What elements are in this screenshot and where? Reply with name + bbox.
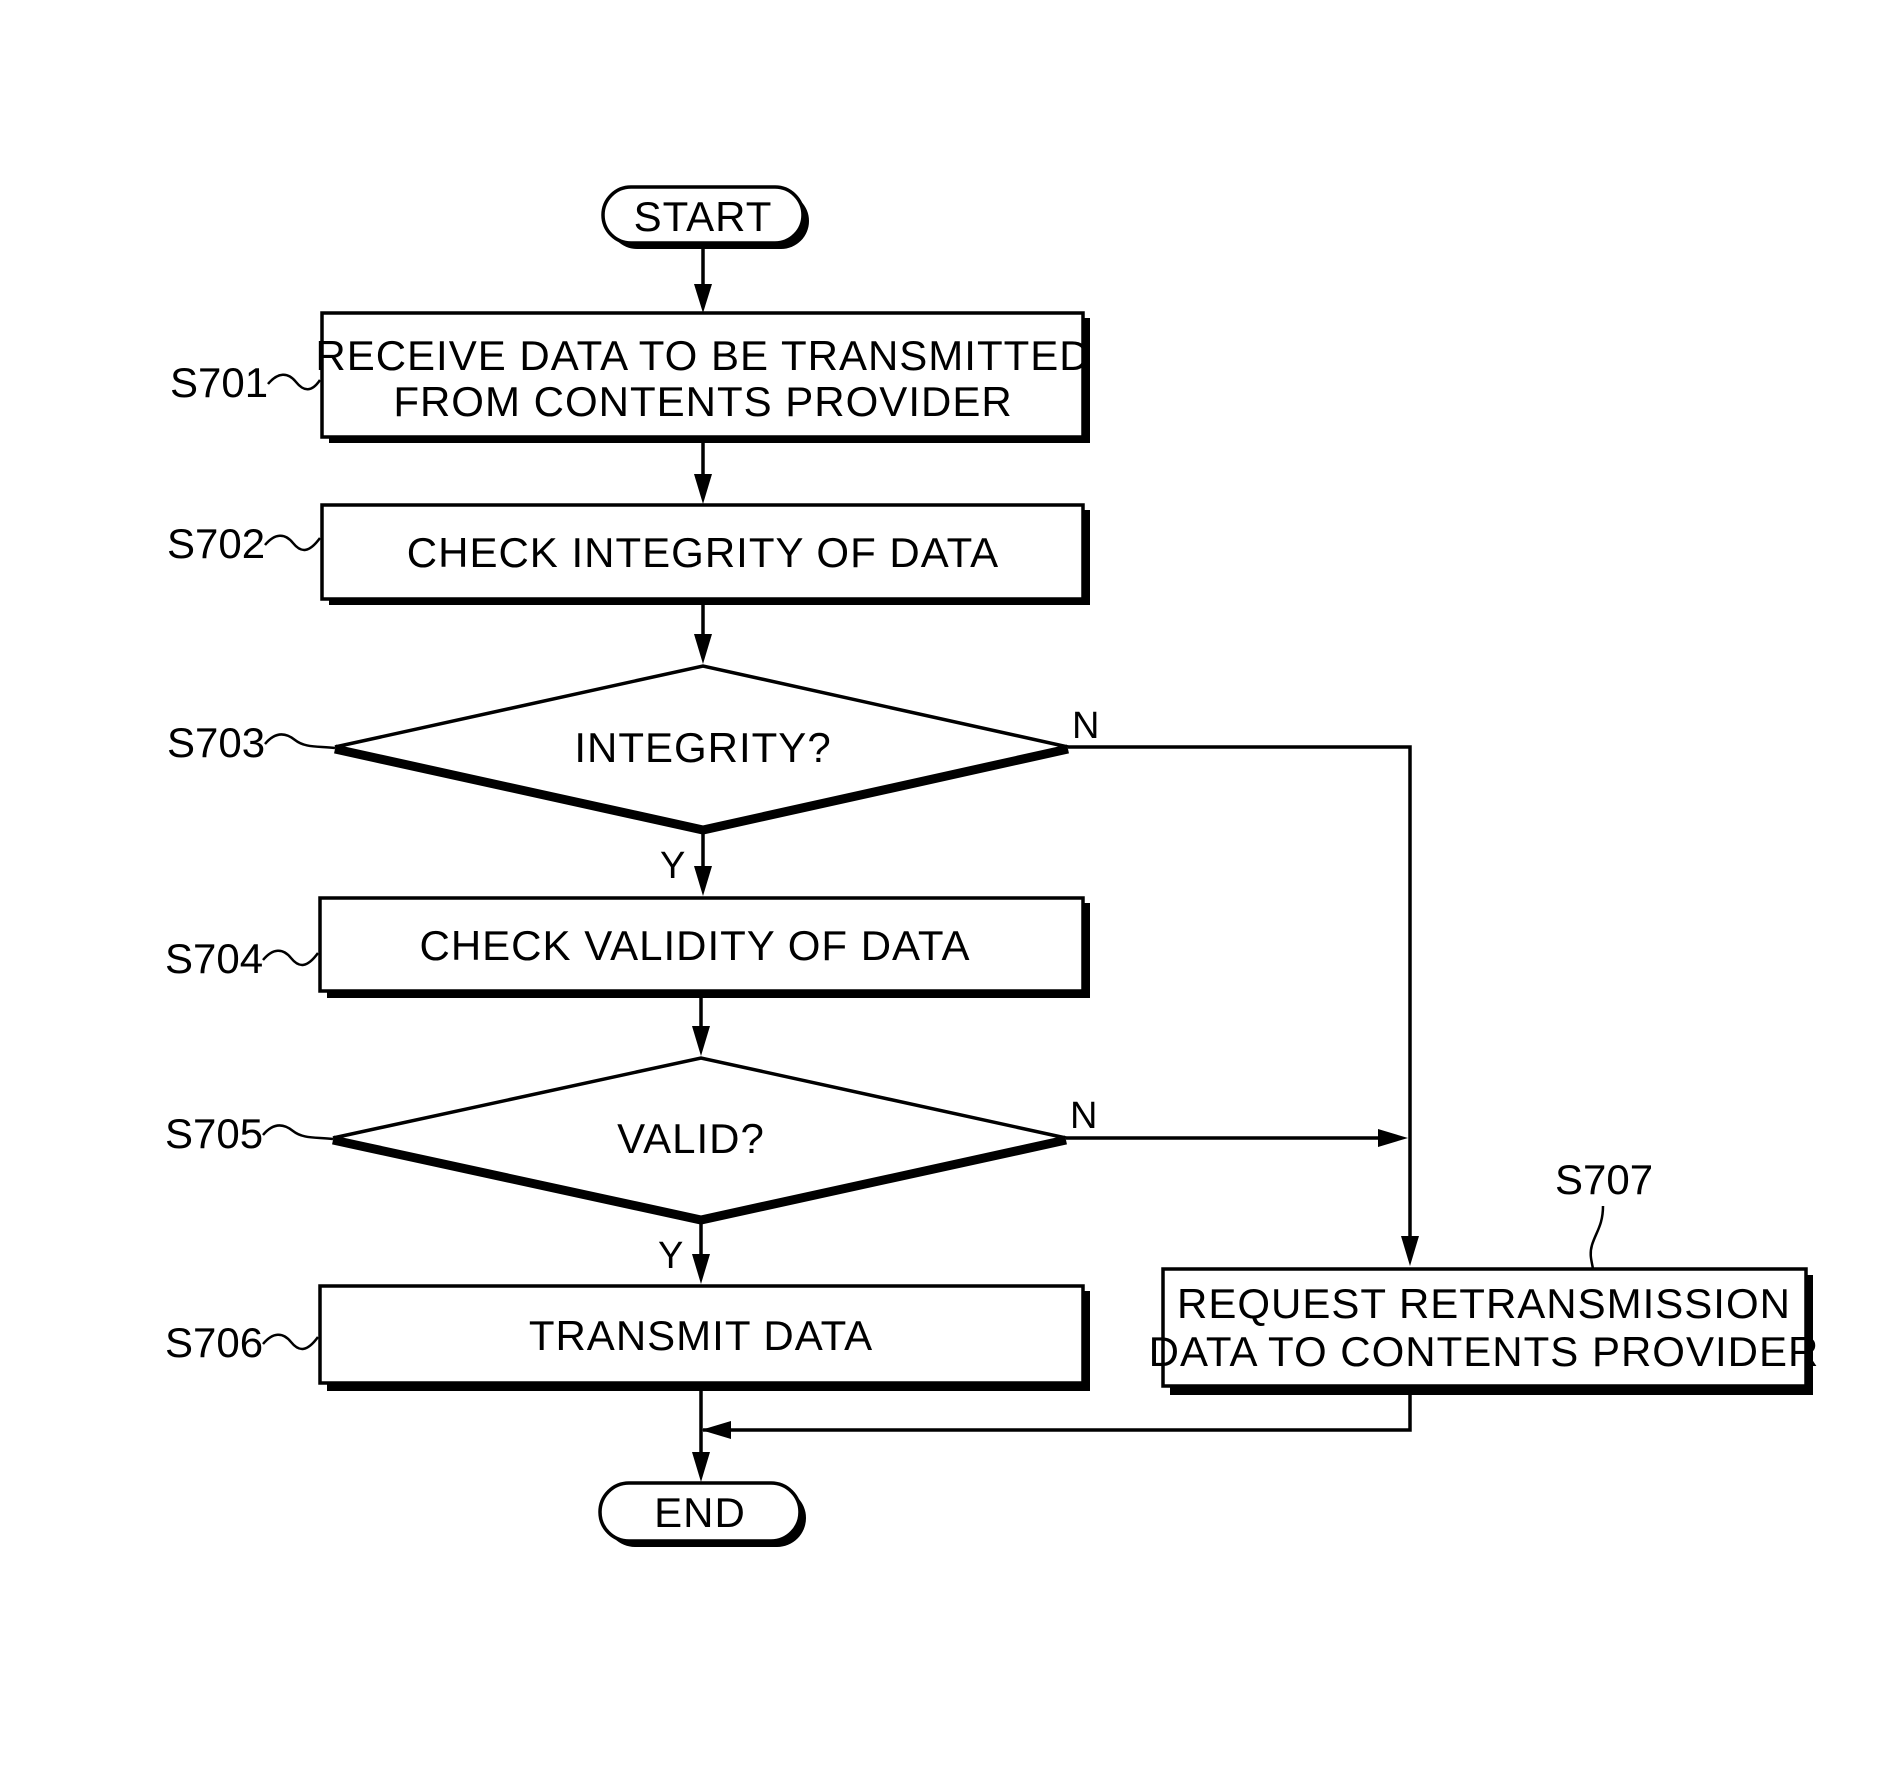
s704-line-1: CHECK VALIDITY OF DATA	[420, 922, 971, 969]
s701-step-id: S701	[170, 359, 268, 406]
leader-line-icon	[262, 1333, 320, 1351]
process-s704: CHECK VALIDITY OF DATA	[318, 896, 1090, 998]
leader-line-icon	[262, 949, 320, 967]
process-s701: RECEIVE DATA TO BE TRANSMITTED FROM CONT…	[315, 311, 1090, 443]
process-s706: TRANSMIT DATA	[318, 1284, 1090, 1391]
edge-start-s701	[694, 249, 712, 313]
arrowhead-icon	[694, 474, 712, 504]
arrowhead-icon	[692, 1452, 710, 1482]
arrowhead-icon	[692, 1026, 710, 1056]
arrowhead-icon	[694, 284, 712, 313]
edge-s704-s705	[692, 991, 710, 1056]
step-label-s707: S707	[1555, 1156, 1653, 1270]
s705-yes-label: Y	[658, 1235, 683, 1277]
leader-line-icon	[264, 733, 336, 750]
arrowhead-icon	[701, 1421, 731, 1439]
arrowhead-icon	[694, 866, 712, 896]
step-label-s705: S705	[165, 1110, 334, 1157]
s701-line-2: FROM CONTENTS PROVIDER	[393, 378, 1012, 425]
s703-no-label: N	[1072, 705, 1099, 747]
start-terminator: START	[601, 185, 809, 249]
s702-line-1: CHECK INTEGRITY OF DATA	[407, 529, 999, 576]
arrowhead-icon	[692, 1254, 710, 1284]
edge-s705-yes: Y	[658, 1220, 710, 1284]
process-s707: REQUEST RETRANSMISSION DATA TO CONTENTS …	[1149, 1267, 1820, 1395]
s706-line-1: TRANSMIT DATA	[529, 1312, 873, 1359]
end-terminator: END	[598, 1481, 806, 1547]
leader-line-icon	[264, 534, 322, 552]
s705-question: VALID?	[617, 1115, 765, 1162]
s703-question: INTEGRITY?	[574, 724, 831, 771]
arrowhead-icon	[694, 634, 712, 664]
edge-s706-end	[692, 1383, 710, 1482]
s707-line-2: DATA TO CONTENTS PROVIDER	[1149, 1328, 1820, 1375]
step-label-s701: S701	[170, 359, 322, 406]
edge-s703-yes: Y	[660, 830, 712, 896]
arrowhead-icon	[1401, 1236, 1419, 1266]
flowchart-canvas: START RECEIVE DATA TO BE TRANSMITTED FRO…	[165, 185, 1820, 1547]
leader-line-icon	[267, 373, 322, 391]
leader-line-icon	[1589, 1205, 1605, 1270]
edge-s701-s702	[694, 443, 712, 504]
s705-step-id: S705	[165, 1110, 263, 1157]
arrowhead-icon	[1378, 1129, 1408, 1147]
s703-step-id: S703	[167, 719, 265, 766]
step-label-s703: S703	[167, 719, 336, 766]
s704-step-id: S704	[165, 935, 263, 982]
step-label-s706: S706	[165, 1319, 320, 1366]
s707-step-id: S707	[1555, 1156, 1653, 1203]
end-label: END	[654, 1489, 746, 1536]
edge-s703-no: N	[1068, 705, 1419, 1266]
leader-line-icon	[262, 1124, 334, 1141]
step-label-s704: S704	[165, 935, 320, 982]
decision-s703: INTEGRITY?	[334, 664, 1069, 835]
s706-step-id: S706	[165, 1319, 263, 1366]
s702-step-id: S702	[167, 520, 265, 567]
decision-s705: VALID?	[332, 1056, 1067, 1225]
s707-line-1: REQUEST RETRANSMISSION	[1177, 1280, 1791, 1327]
s703-yes-label: Y	[660, 845, 685, 887]
step-label-s702: S702	[167, 520, 322, 567]
edge-s702-s703	[694, 605, 712, 664]
s701-line-1: RECEIVE DATA TO BE TRANSMITTED	[315, 332, 1090, 379]
s705-no-label: N	[1070, 1095, 1097, 1137]
start-label: START	[634, 193, 773, 240]
process-s702: CHECK INTEGRITY OF DATA	[320, 503, 1090, 605]
edge-s705-no: N	[1066, 1095, 1408, 1147]
